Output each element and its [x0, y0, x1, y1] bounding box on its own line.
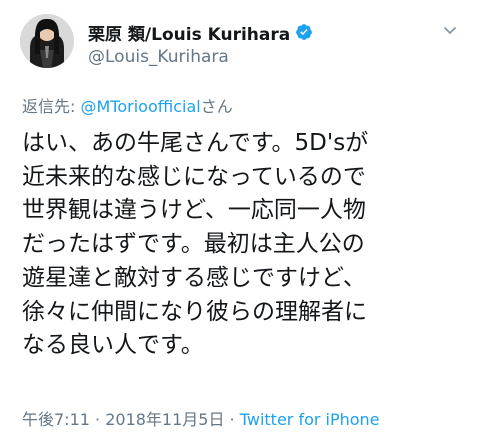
verified-badge-icon — [295, 23, 313, 41]
avatar-image — [20, 14, 74, 68]
reply-to-suffix: さん — [200, 97, 233, 116]
tweet-time[interactable]: 午後7:11 — [22, 410, 90, 429]
tweet-line: 徐々に仲間になり彼らの理解者に — [22, 298, 367, 325]
tweet-line: 世界観は違うけど、一応同一人物 — [22, 197, 366, 224]
reply-to-prefix: 返信先: — [22, 97, 81, 116]
tweet-text: はい、あの牛尾さんです。5D'sが 近未来的な感じになっているので 世界観は違う… — [22, 127, 462, 363]
reply-mention-link[interactable]: @MTorioofficial — [80, 97, 200, 116]
tweet-line: だったはずです。最初は主人公の — [22, 231, 365, 258]
tweet-line: なる良い人です。 — [22, 332, 204, 359]
tweet-date[interactable]: 2018年11月5日 — [105, 410, 224, 429]
chevron-down-icon[interactable] — [442, 22, 458, 38]
tweet-header: 栗原 類/Louis Kurihara @Louis_Kurihara — [16, 12, 464, 74]
user-handle[interactable]: @Louis_Kurihara — [88, 47, 313, 67]
tweet-line: 近未来的な感じになっているので — [22, 163, 366, 190]
meta-separator: · — [224, 410, 240, 429]
tweet-source-link[interactable]: Twitter for iPhone — [240, 410, 380, 429]
tweet-line: はい、あの牛尾さんです。5D'sが — [22, 130, 369, 156]
tweet-line: 遊星達と敵対する感じですけど、 — [22, 264, 366, 291]
display-name[interactable]: 栗原 類/Louis Kurihara — [88, 20, 290, 45]
meta-separator: · — [89, 410, 106, 429]
tweet-meta: 午後7:11 · 2018年11月5日 · Twitter for iPhone — [22, 406, 380, 430]
reply-to: 返信先: @MTorioofficialさん — [22, 93, 233, 117]
avatar[interactable] — [20, 14, 74, 68]
